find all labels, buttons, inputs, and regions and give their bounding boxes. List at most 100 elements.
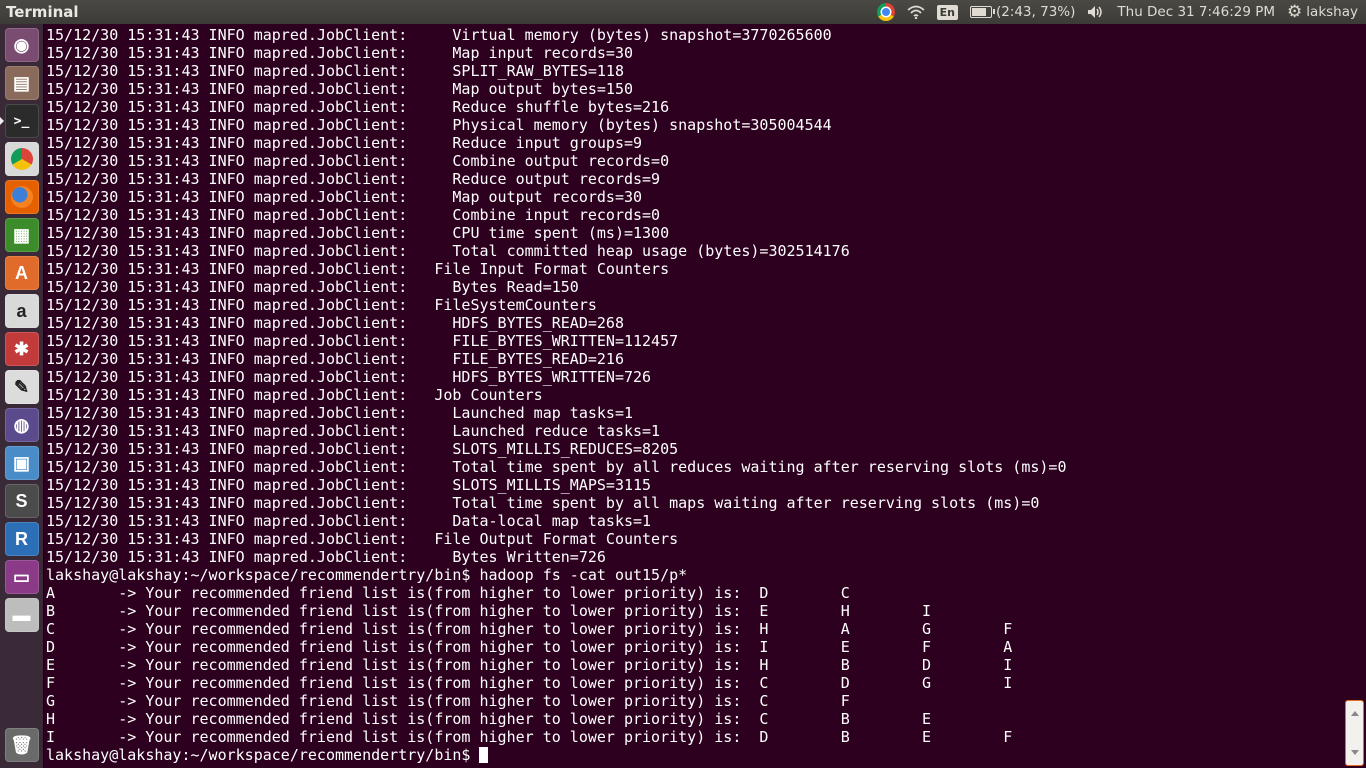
terminal-line: 15/12/30 15:31:43 INFO mapred.JobClient:… <box>46 206 661 224</box>
launcher-libreoffice-button[interactable]: ▦ <box>4 218 39 252</box>
text-editor-icon: ✎ <box>13 376 30 397</box>
terminal-line: 15/12/30 15:31:43 INFO mapred.JobClient:… <box>46 152 670 170</box>
launcher-files-button[interactable]: ▤ <box>4 66 39 100</box>
terminal-line: 15/12/30 15:31:43 INFO mapred.JobClient:… <box>46 512 652 530</box>
launcher-software-center-button[interactable]: A <box>4 256 39 290</box>
indicator-area: En (2:43, 73%) Thu Dec 31 7:46:29 PM ⚙ l… <box>865 0 1366 24</box>
terminal-line: 15/12/30 15:31:43 INFO mapred.JobClient:… <box>46 476 652 494</box>
terminal-line: 15/12/30 15:31:43 INFO mapred.JobClient:… <box>46 170 661 188</box>
terminal-line: A -> Your recommended friend list is(fro… <box>46 584 850 602</box>
terminal-output[interactable]: 15/12/30 15:31:43 INFO mapred.JobClient:… <box>45 24 1344 768</box>
rstudio-icon: R <box>15 528 28 549</box>
files-icon: ▤ <box>12 72 30 93</box>
dash-home-icon: ◉ <box>13 34 30 55</box>
chrome-icon <box>876 3 895 21</box>
terminal-line: 15/12/30 15:31:43 INFO mapred.JobClient:… <box>46 422 661 440</box>
libreoffice-icon: ▦ <box>12 224 30 245</box>
terminal-line: 15/12/30 15:31:43 INFO mapred.JobClient:… <box>46 260 670 278</box>
system-settings-icon: ✱ <box>13 338 30 359</box>
terminal-line: G -> Your recommended friend list is(fro… <box>46 692 850 710</box>
top-panel: Terminal En (2:43, 73%) Thu Dec 31 7:46:… <box>0 0 1366 24</box>
trash-icon: 🗑 <box>10 734 33 755</box>
shell-prompt: lakshay@lakshay:~/workspace/recommendert… <box>46 746 480 764</box>
terminal-line: 15/12/30 15:31:43 INFO mapred.JobClient:… <box>46 368 652 386</box>
terminal-line: 15/12/30 15:31:43 INFO mapred.JobClient:… <box>46 134 643 152</box>
scrollbar-thumb[interactable] <box>1345 700 1364 766</box>
battery-indicator[interactable]: (2:43, 73%) <box>969 4 1076 20</box>
terminal-line: 15/12/30 15:31:43 INFO mapred.JobClient:… <box>46 242 850 260</box>
volume-icon <box>1088 6 1103 18</box>
terminal-line: 15/12/30 15:31:43 INFO mapred.JobClient:… <box>46 62 624 80</box>
terminal-line: 15/12/30 15:31:43 INFO mapred.JobClient:… <box>46 494 1040 512</box>
software-center-icon: A <box>15 262 28 283</box>
firefox-icon <box>10 186 33 208</box>
launcher-system-settings-button[interactable]: ✱ <box>4 332 39 366</box>
terminal-scrollbar[interactable] <box>1344 24 1366 768</box>
sublime-text-icon: S <box>15 490 28 511</box>
battery-icon <box>969 6 995 18</box>
terminal-line: 15/12/30 15:31:43 INFO mapred.JobClient:… <box>46 278 579 296</box>
terminal-line: 15/12/30 15:31:43 INFO mapred.JobClient:… <box>46 548 606 566</box>
keyboard-layout-icon: En <box>936 4 958 20</box>
terminal-line: 15/12/30 15:31:43 INFO mapred.JobClient:… <box>46 440 679 458</box>
terminal-line: B -> Your recommended friend list is(fro… <box>46 602 932 620</box>
terminal-line: 15/12/30 15:31:43 INFO mapred.JobClient:… <box>46 26 832 44</box>
terminal-line: D -> Your recommended friend list is(fro… <box>46 638 1013 656</box>
terminal-line: 15/12/30 15:31:43 INFO mapred.JobClient:… <box>46 224 670 242</box>
eclipse-icon: ◍ <box>13 414 30 435</box>
keyboard-indicator[interactable]: En <box>936 4 958 20</box>
session-indicator[interactable]: ⚙ lakshay <box>1287 2 1358 22</box>
launcher-workspace-switcher-button[interactable]: ▭ <box>4 560 39 594</box>
terminal-line: 15/12/30 15:31:43 INFO mapred.JobClient:… <box>46 296 597 314</box>
launcher-trash-button[interactable]: 🗑 <box>4 728 39 762</box>
amazon-icon: a <box>16 300 27 321</box>
text-cursor <box>479 747 489 763</box>
terminal-line: 15/12/30 15:31:43 INFO mapred.JobClient:… <box>46 530 679 548</box>
clock-indicator[interactable]: Thu Dec 31 7:46:29 PM <box>1117 4 1275 20</box>
terminal-line: 15/12/30 15:31:43 INFO mapred.JobClient:… <box>46 350 624 368</box>
terminal-line: E -> Your recommended friend list is(fro… <box>46 656 1013 674</box>
terminal-icon: >_ <box>13 113 30 129</box>
terminal-line: 15/12/30 15:31:43 INFO mapred.JobClient:… <box>46 44 633 62</box>
terminal-line: 15/12/30 15:31:43 INFO mapred.JobClient:… <box>46 116 832 134</box>
launcher-sublime-text-button[interactable]: S <box>4 484 39 518</box>
launcher-rstudio-button[interactable]: R <box>4 522 39 556</box>
launcher-chrome-button[interactable] <box>4 142 39 176</box>
terminal-line: 15/12/30 15:31:43 INFO mapred.JobClient:… <box>46 458 1067 476</box>
session-user: lakshay <box>1306 4 1358 20</box>
terminal-line: 15/12/30 15:31:43 INFO mapred.JobClient:… <box>46 314 624 332</box>
network-indicator[interactable] <box>906 5 925 19</box>
launcher-dash-home-button[interactable]: ◉ <box>4 28 39 62</box>
terminal-line: 15/12/30 15:31:43 INFO mapred.JobClient:… <box>46 80 633 98</box>
launcher-virtualbox-button[interactable]: ▣ <box>4 446 39 480</box>
terminal-line: I -> Your recommended friend list is(fro… <box>46 728 1013 746</box>
terminal-text: 15/12/30 15:31:43 INFO mapred.JobClient:… <box>45 24 1344 764</box>
launcher: ◉ ▤ >_ ▦ Aa ✱ ✎ ◍ ▣ S R ▭ ▬ 🗑 <box>0 24 44 768</box>
launcher-amazon-button[interactable]: a <box>4 294 39 328</box>
virtualbox-icon: ▣ <box>12 452 30 473</box>
launcher-drive-button[interactable]: ▬ <box>4 598 39 632</box>
terminal-line: 15/12/30 15:31:43 INFO mapred.JobClient:… <box>46 404 633 422</box>
terminal-prompt-line[interactable]: lakshay@lakshay:~/workspace/recommendert… <box>46 746 1344 764</box>
battery-status: (2:43, 73%) <box>995 4 1076 20</box>
launcher-firefox-button[interactable] <box>4 180 39 214</box>
terminal-line: 15/12/30 15:31:43 INFO mapred.JobClient:… <box>46 332 679 350</box>
chrome-indicator[interactable] <box>876 3 895 21</box>
chrome-icon <box>10 148 33 170</box>
workspace-switcher-icon: ▭ <box>12 566 30 587</box>
wifi-icon <box>906 5 925 19</box>
terminal-line: lakshay@lakshay:~/workspace/recommendert… <box>46 566 688 584</box>
terminal-line: 15/12/30 15:31:43 INFO mapred.JobClient:… <box>46 188 643 206</box>
terminal-line: 15/12/30 15:31:43 INFO mapred.JobClient:… <box>46 98 670 116</box>
session-gear-icon: ⚙ <box>1287 2 1303 22</box>
sound-indicator[interactable] <box>1087 5 1105 19</box>
launcher-eclipse-button[interactable]: ◍ <box>4 408 39 442</box>
app-title: Terminal <box>6 3 79 21</box>
terminal-line: 15/12/30 15:31:43 INFO mapred.JobClient:… <box>46 386 543 404</box>
launcher-terminal-button[interactable]: >_ <box>0 104 39 138</box>
terminal-line: H -> Your recommended friend list is(fro… <box>46 710 932 728</box>
drive-icon: ▬ <box>12 604 31 625</box>
launcher-text-editor-button[interactable]: ✎ <box>4 370 39 404</box>
terminal-line: C -> Your recommended friend list is(fro… <box>46 620 1013 638</box>
terminal-line: F -> Your recommended friend list is(fro… <box>46 674 1013 692</box>
